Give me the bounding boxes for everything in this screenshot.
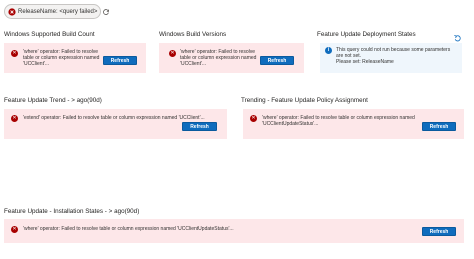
- parameter-label: ReleaseName: <query failed>: [18, 8, 98, 15]
- tile-title-deployment-states: Feature Update Deployment States: [317, 31, 416, 38]
- error-panel-policy-trend: ✕ 'where' operator: Failed to resolve ta…: [243, 109, 464, 139]
- error-icon: ✕: [169, 50, 176, 57]
- error-panel-build-count: ✕ 'where' operator: Failed to resolve ta…: [4, 43, 146, 73]
- error-icon: ✕: [11, 226, 18, 233]
- info-panel-deployment-states: i This query could not run because some …: [320, 43, 462, 73]
- refresh-button[interactable]: Refresh: [182, 122, 217, 131]
- tile-title-trend: Feature Update Trend - > ago(90d): [4, 97, 102, 104]
- error-panel-trend: ✕ 'extend' operator: Failed to resolve t…: [4, 109, 227, 139]
- info-line-3: Please set: ReleaseName: [336, 59, 394, 65]
- release-name-parameter[interactable]: ReleaseName: <query failed>: [4, 4, 110, 19]
- tile-title-policy-trend: Trending - Feature Update Policy Assignm…: [241, 97, 368, 104]
- error-message: 'where' operator: Failed to resolve tabl…: [23, 226, 234, 232]
- error-panel-install-states: ✕ 'where' operator: Failed to resolve ta…: [4, 219, 464, 243]
- error-message: 'where' operator: Failed to resolve tabl…: [180, 49, 257, 67]
- refresh-button[interactable]: Refresh: [260, 56, 294, 65]
- tile-title-install-states: Feature Update - Installation States - >…: [4, 208, 140, 215]
- refresh-icon[interactable]: [102, 7, 110, 16]
- error-message: 'extend' operator: Failed to resolve tab…: [23, 115, 205, 121]
- refresh-button[interactable]: Refresh: [103, 56, 137, 65]
- error-message-line-2: 'UCClientUpdateStatus'...: [262, 121, 319, 127]
- refresh-button[interactable]: Refresh: [422, 227, 456, 236]
- error-icon: ✕: [11, 50, 18, 57]
- tile-title-build-versions: Windows Build Versions: [159, 31, 227, 38]
- info-icon: i: [325, 47, 332, 54]
- error-panel-build-versions: ✕ 'where' operator: Failed to resolve ta…: [159, 43, 304, 73]
- refresh-button[interactable]: Refresh: [422, 122, 456, 131]
- error-message: 'where' operator: Failed to resolve tabl…: [23, 49, 100, 67]
- error-icon: [8, 7, 16, 16]
- reset-icon[interactable]: [453, 30, 462, 42]
- error-icon: ✕: [11, 115, 18, 122]
- tile-title-build-count: Windows Supported Build Count: [4, 31, 95, 38]
- error-icon: ✕: [250, 115, 257, 122]
